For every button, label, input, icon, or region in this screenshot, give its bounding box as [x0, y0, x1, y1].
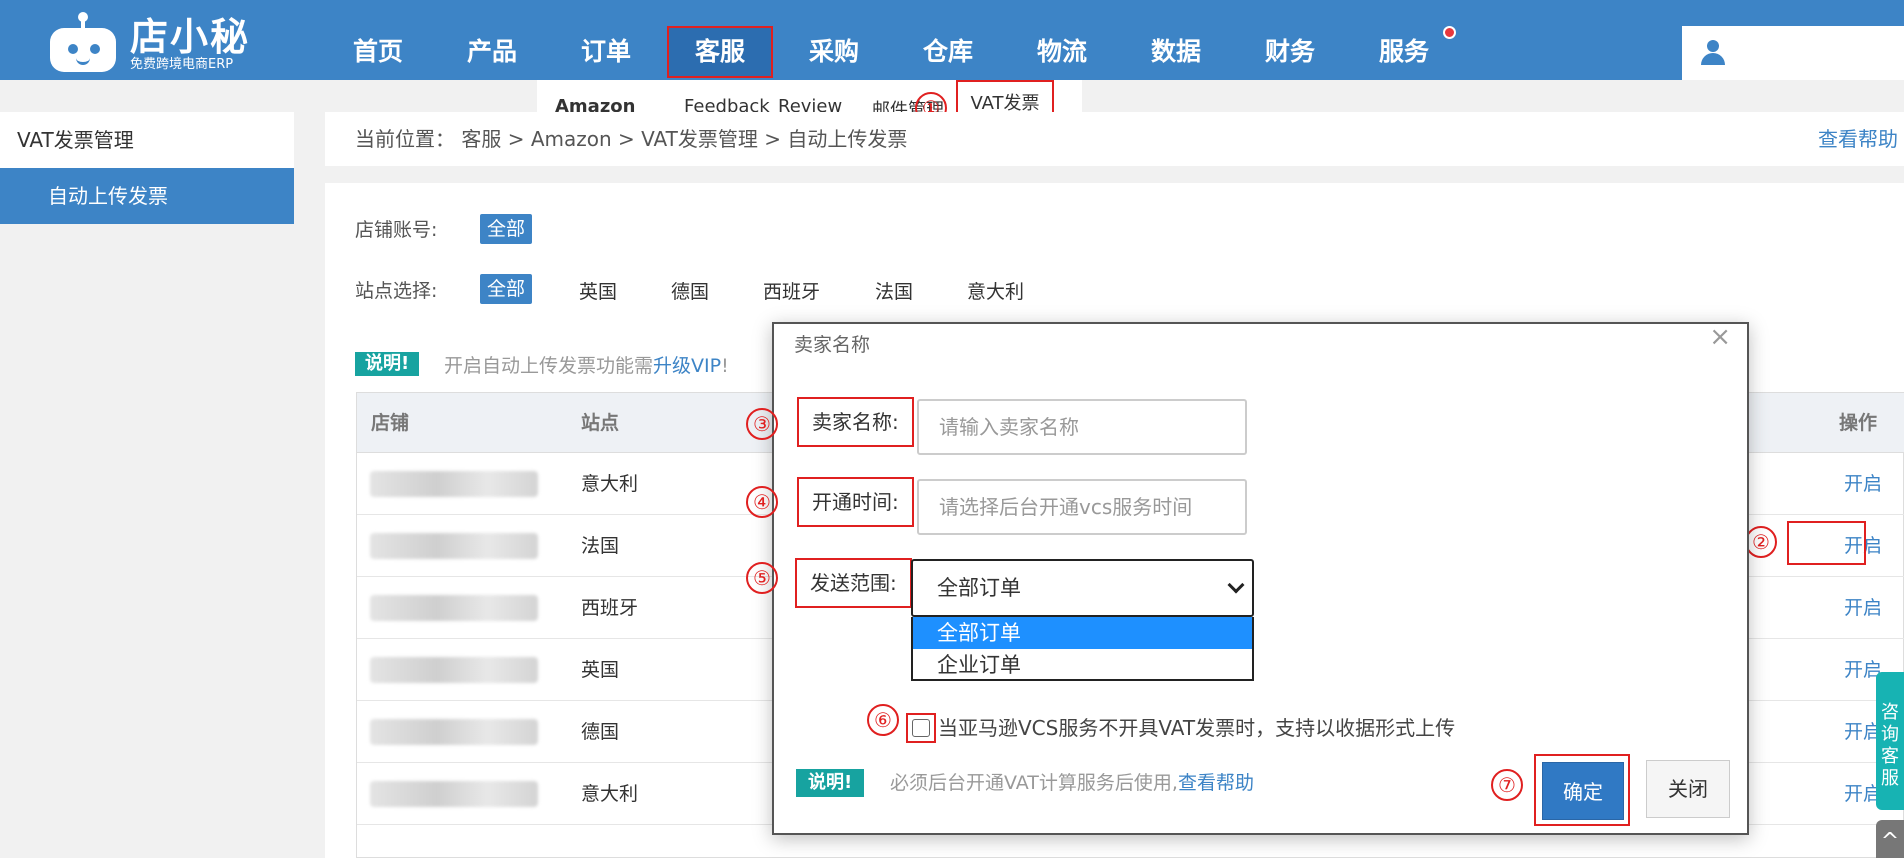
nav-service[interactable]: 服务	[1351, 0, 1457, 80]
open-time-input[interactable]: 请选择后台开通vcs服务时间	[917, 479, 1247, 535]
shop-name-redacted	[370, 595, 538, 621]
sidebar-item-auto-upload[interactable]: 自动上传发票	[0, 168, 294, 224]
site-filter-de[interactable]: 德国	[671, 277, 709, 304]
shop-filter-label: 店铺账号:	[355, 219, 438, 241]
breadcrumb: 当前位置： 客服 > Amazon > VAT发票管理 > 自动上传发票 查看帮…	[325, 112, 1904, 166]
site-filter-es[interactable]: 西班牙	[763, 277, 820, 304]
shop-name-redacted	[370, 471, 538, 497]
row-site: 英国	[581, 659, 620, 681]
highlight-enable-box	[1787, 521, 1866, 565]
send-scope-select[interactable]: 全部订单	[911, 559, 1254, 617]
row-site: 法国	[581, 535, 620, 557]
user-menu[interactable]	[1682, 26, 1904, 80]
logo[interactable]: 店小秘 免费跨境电商ERP	[44, 0, 254, 80]
row-site: 德国	[581, 721, 620, 743]
scroll-top-button[interactable]: ^	[1876, 820, 1904, 858]
close-icon[interactable]: ×	[1709, 322, 1731, 352]
col-op: 操作	[1839, 412, 1878, 434]
col-shop: 店铺	[371, 412, 410, 434]
shop-name-redacted	[370, 657, 538, 683]
step-marker-4: ④	[746, 486, 778, 518]
shop-filter-all[interactable]: 全部	[480, 214, 533, 244]
close-button[interactable]: 关闭	[1646, 760, 1730, 818]
help-link[interactable]: 查看帮助	[1818, 112, 1898, 166]
dialog-note-main: 必须后台开通VAT计算服务后使用,	[890, 772, 1178, 794]
user-icon	[1698, 38, 1728, 68]
robot-logo-icon	[46, 10, 120, 72]
row-site: 意大利	[581, 473, 639, 495]
dialog-note-text: 必须后台开通VAT计算服务后使用,查看帮助	[890, 768, 1254, 795]
shop-name-redacted	[370, 719, 538, 745]
step-marker-7: ⑦	[1491, 769, 1523, 801]
site-filter-it[interactable]: 意大利	[967, 277, 1024, 304]
site-filter-uk[interactable]: 英国	[579, 277, 617, 304]
seller-name-input[interactable]: 请输入卖家名称	[917, 399, 1247, 455]
row-site: 西班牙	[581, 597, 639, 619]
notification-dot	[1443, 26, 1456, 39]
site-filter-label: 站点选择:	[355, 280, 438, 302]
sidebar: VAT发票管理 自动上传发票	[0, 112, 294, 858]
receipt-upload-checkbox[interactable]	[906, 713, 936, 743]
nav-customer-service[interactable]: 客服	[667, 26, 773, 78]
nav-finance[interactable]: 财务	[1237, 0, 1343, 80]
notice-text-main: 开启自动上传发票功能需	[444, 355, 654, 377]
option-all-orders[interactable]: 全部订单	[913, 617, 1252, 649]
send-scope-label: 发送范围:	[795, 558, 912, 608]
nav-orders[interactable]: 订单	[553, 0, 659, 80]
shop-name-redacted	[370, 533, 538, 559]
step-marker-5: ⑤	[746, 562, 778, 594]
nav-home[interactable]: 首页	[325, 0, 431, 80]
col-site: 站点	[581, 412, 620, 434]
site-filter-fr[interactable]: 法国	[875, 277, 913, 304]
row-site: 意大利	[581, 783, 639, 805]
dialog-help-link[interactable]: 查看帮助	[1178, 772, 1254, 794]
dialog-note-badge: 说明!	[796, 769, 865, 797]
option-business-orders[interactable]: 企业订单	[913, 649, 1252, 681]
send-scope-value: 全部订单	[937, 576, 1021, 600]
sidebar-header: VAT发票管理	[0, 112, 294, 168]
top-navbar: 店小秘 免费跨境电商ERP 首页 产品 订单 客服 采购 仓库 物流 数据 财务…	[0, 0, 1904, 80]
chevron-up-icon: ^	[1880, 829, 1900, 854]
notice-text: 开启自动上传发票功能需升级VIP!	[444, 351, 729, 378]
nav-logistics[interactable]: 物流	[1009, 0, 1115, 80]
nav-purchase[interactable]: 采购	[781, 0, 887, 80]
receipt-upload-label: 当亚马逊VCS服务不开具VAT发票时，支持以收据形式上传	[938, 716, 1456, 740]
breadcrumb-path: 当前位置： 客服 > Amazon > VAT发票管理 > 自动上传发票	[355, 127, 908, 151]
dialog-title: 卖家名称	[794, 334, 871, 356]
notice-text-suffix: !	[721, 355, 729, 377]
notice-badge: 说明!	[355, 352, 420, 376]
open-time-label: 开通时间:	[797, 477, 914, 527]
site-filter-all[interactable]: 全部	[480, 274, 533, 304]
confirm-highlight: 确定	[1534, 754, 1630, 826]
nav-data[interactable]: 数据	[1123, 0, 1229, 80]
nav-warehouse[interactable]: 仓库	[895, 0, 1001, 80]
row-enable-link[interactable]: 开启	[1844, 453, 1882, 515]
seller-name-label: 卖家名称:	[797, 397, 914, 447]
logo-subtitle: 免费跨境电商ERP	[130, 57, 234, 72]
step-marker-3: ③	[746, 408, 778, 440]
seller-name-dialog: 卖家名称 × ③ 卖家名称: 请输入卖家名称 ④ 开通时间: 请选择后台开通vc…	[746, 322, 1749, 835]
chevron-down-icon	[1227, 576, 1245, 594]
nav-products[interactable]: 产品	[439, 0, 545, 80]
confirm-button[interactable]: 确定	[1542, 762, 1624, 820]
upgrade-vip-link[interactable]: 升级VIP	[653, 355, 721, 377]
step-marker-6: ⑥	[867, 704, 899, 736]
consult-service-tab[interactable]: 咨询客服	[1876, 672, 1904, 810]
send-scope-dropdown: 全部订单 企业订单	[911, 617, 1254, 681]
step-marker-2: ②	[1745, 526, 1777, 558]
row-enable-link[interactable]: 开启	[1844, 577, 1882, 639]
shop-name-redacted	[370, 781, 538, 807]
